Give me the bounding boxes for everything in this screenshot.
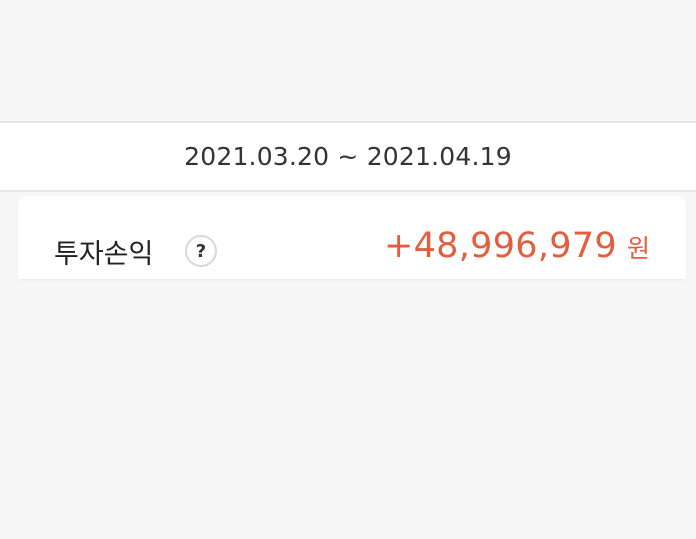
help-glyph: ? <box>195 240 207 262</box>
top-blank-area <box>0 0 696 110</box>
question-circle-icon[interactable]: ? <box>185 235 217 267</box>
date-range-text: 2021.03.20 ~ 2021.04.19 <box>184 142 512 171</box>
profit-amount: +48,996,979 원 <box>384 226 650 266</box>
profit-amount-value: +48,996,979 <box>383 226 617 266</box>
investment-profit-label: 투자손익 <box>54 239 154 270</box>
date-range-bar[interactable]: 2021.03.20 ~ 2021.04.19 <box>0 121 696 192</box>
currency-unit: 원 <box>626 234 650 263</box>
profit-summary-card: 투자손익 ? +48,996,979 원 <box>18 196 686 279</box>
